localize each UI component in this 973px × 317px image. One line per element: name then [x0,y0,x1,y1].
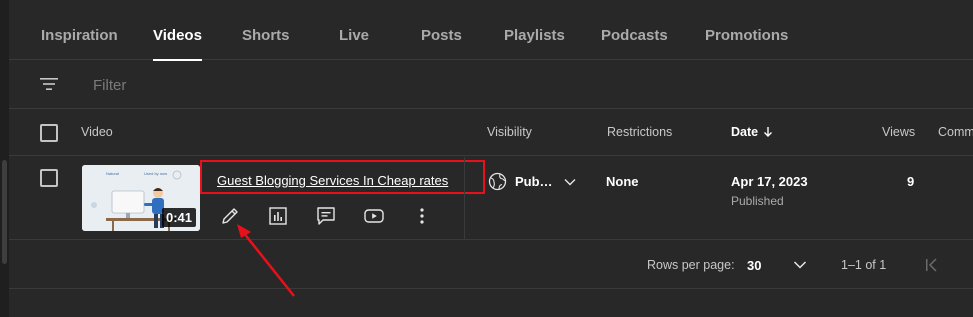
first-page-icon[interactable] [923,256,941,274]
rows-per-page-label: Rows per page: [647,258,735,272]
video-thumbnail[interactable]: Natural Used by now 0:41 [82,165,200,231]
more-vert-icon[interactable] [411,205,433,227]
tab-inspiration[interactable]: Inspiration [41,0,118,60]
date-status: Published [731,194,784,208]
thumbnail-text-2: Used by now [144,171,167,176]
tab-podcasts[interactable]: Podcasts [601,0,668,60]
tab-posts[interactable]: Posts [421,0,462,60]
vertical-scrollbar[interactable] [0,0,9,317]
date-value: Apr 17, 2023 [731,174,808,189]
row-checkbox[interactable] [40,169,58,187]
tab-videos[interactable]: Videos [153,0,202,61]
youtube-play-icon[interactable] [363,205,385,227]
column-header-restrictions[interactable]: Restrictions [607,125,672,139]
tab-shorts[interactable]: Shorts [242,0,290,60]
pagination-bar: Rows per page: 30 1–1 of 1 [9,241,973,289]
video-duration: 0:41 [161,208,196,227]
scrollbar-thumb[interactable] [2,160,7,264]
select-all-checkbox[interactable] [40,124,58,142]
edit-pencil-icon[interactable] [219,205,241,227]
filter-icon[interactable] [39,74,59,94]
globe-icon [488,172,507,191]
arrow-down-icon [764,127,772,137]
content-panel: Inspiration Videos Shorts Live Posts Pla… [9,0,973,317]
rows-per-page-value[interactable]: 30 [747,258,761,273]
chevron-down-icon [564,179,576,186]
column-header-views[interactable]: Views [882,125,915,139]
annotation-highlight-box [200,160,485,194]
tab-playlists[interactable]: Playlists [504,0,565,60]
pagination-range: 1–1 of 1 [841,258,887,272]
table-row[interactable]: Natural Used by now 0:41 Guest Blogging … [9,157,973,240]
table-header: Video Visibility Restrictions Date Views… [9,109,973,156]
visibility-select[interactable]: Pub… [488,172,576,191]
column-header-comments[interactable]: Comm [938,125,973,139]
filter-bar [9,61,973,109]
chevron-down-icon[interactable] [792,257,808,273]
comments-icon[interactable] [315,205,337,227]
column-header-visibility[interactable]: Visibility [487,125,532,139]
filter-input[interactable] [93,73,393,97]
column-header-video: Video [81,125,113,139]
visibility-value: Pub… [515,174,553,189]
restrictions-value: None [606,174,639,189]
column-header-date[interactable]: Date [731,125,772,139]
tab-promotions[interactable]: Promotions [705,0,788,60]
views-count: 9 [907,174,915,189]
channel-content-tabs: Inspiration Videos Shorts Live Posts Pla… [9,0,973,61]
tab-live[interactable]: Live [339,0,369,60]
column-divider [464,157,465,240]
thumbnail-text-1: Natural [106,171,119,176]
analytics-icon[interactable] [267,205,289,227]
column-header-date-label: Date [731,125,759,139]
